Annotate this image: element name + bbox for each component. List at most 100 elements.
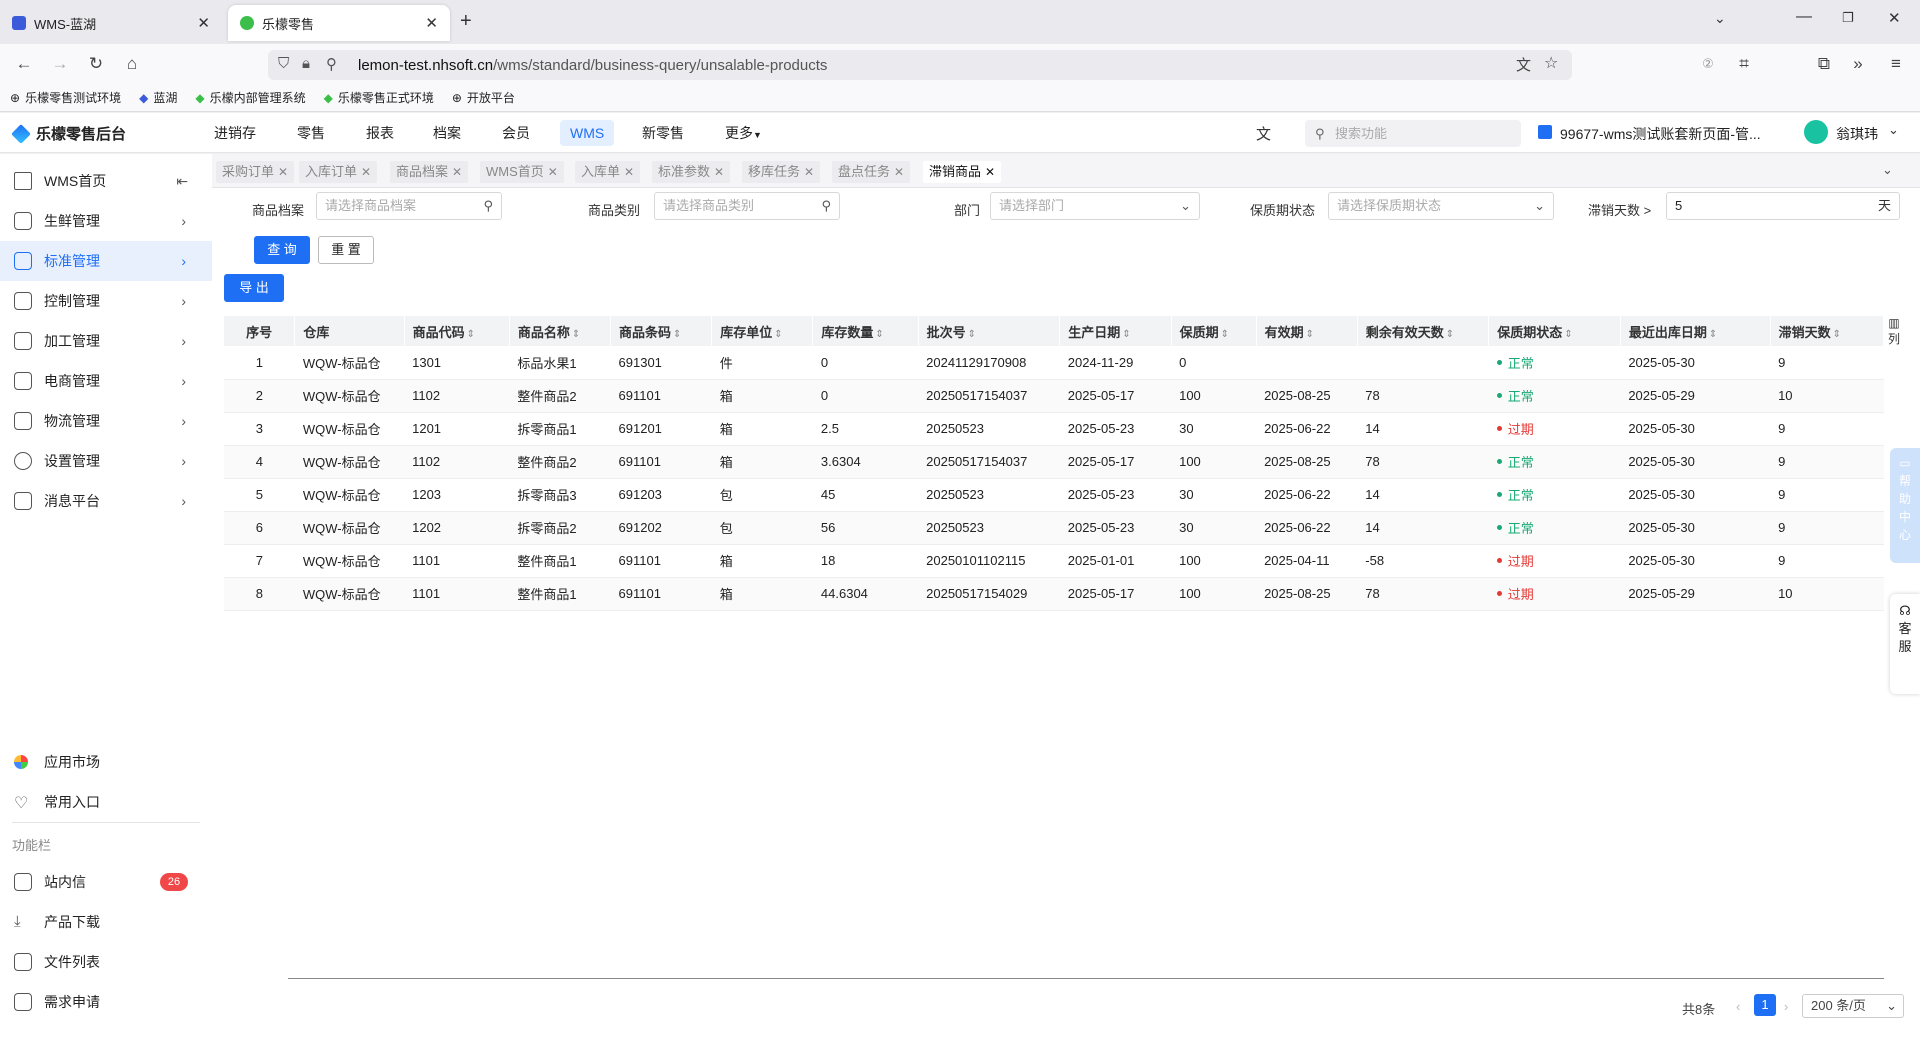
extension-badge-icon[interactable]: ② xyxy=(1696,52,1720,76)
column-header[interactable]: 保质期 ⇕ xyxy=(1171,316,1257,346)
prev-page-icon[interactable]: ‹ xyxy=(1736,999,1740,1014)
customer-service-button[interactable]: ☊ 客 服 xyxy=(1890,594,1920,694)
sort-icon[interactable]: ⇕ xyxy=(572,329,580,340)
back-arrow-icon[interactable]: ← xyxy=(12,52,36,76)
column-settings-button[interactable]: ▥ 列 xyxy=(1884,316,1904,346)
nav-new-retail[interactable]: 新零售 xyxy=(632,120,694,146)
extensions-icon[interactable]: ⧉ xyxy=(1812,52,1836,76)
close-icon[interactable]: ✕ xyxy=(804,165,814,179)
forward-arrow-icon[interactable]: → xyxy=(48,52,72,76)
column-header[interactable]: 剩余有效天数 ⇕ xyxy=(1357,316,1490,346)
close-icon[interactable]: ✕ xyxy=(452,165,462,179)
nav-more[interactable]: 更多▼ xyxy=(715,120,772,146)
sidebar-item-download[interactable]: ⤓ 产品下载 xyxy=(0,902,212,942)
account-switcher[interactable]: 99677-wms测试账套新页面-管... xyxy=(1560,124,1761,144)
page-size-select[interactable]: 200 条/页 ⌄ xyxy=(1802,994,1904,1018)
sort-icon[interactable]: ⇕ xyxy=(1833,329,1841,340)
table-row[interactable]: 6 WQW-标品仓 1202 拆零商品2 691202 包 56 20250523 2025-0… xyxy=(224,511,1884,545)
bookmark-star-icon[interactable]: ☆ xyxy=(1544,53,1558,73)
column-header[interactable]: 生产日期 ⇕ xyxy=(1059,316,1172,346)
bookmark-item[interactable]: ◆ 乐檬零售正式环境 xyxy=(324,89,434,106)
sidebar-item-message[interactable]: 消息平台 › xyxy=(0,481,212,521)
column-header[interactable]: 有效期 ⇕ xyxy=(1256,316,1358,346)
sort-icon[interactable]: ⇕ xyxy=(467,329,475,340)
sidebar-item-ecommerce[interactable]: 电商管理 › xyxy=(0,361,212,401)
sidebar-item-inbox[interactable]: 站内信 26 xyxy=(0,862,212,902)
close-icon[interactable]: ✕ xyxy=(361,165,371,179)
nav-report[interactable]: 报表 xyxy=(356,120,404,146)
table-row[interactable]: 3 WQW-标品仓 1201 拆零商品1 691201 箱 2.5 20250523 2025-… xyxy=(224,412,1884,446)
table-row[interactable]: 1 WQW-标品仓 1301 标品水果1 691301 件 0 20241129170908 2… xyxy=(224,346,1884,380)
app-logo[interactable]: 乐檬零售后台 xyxy=(11,123,126,144)
menu-icon[interactable]: ≡ xyxy=(1884,52,1908,76)
bookmark-item[interactable]: ⊕ 乐檬零售测试环境 xyxy=(10,89,121,106)
export-button[interactable]: 导 出 xyxy=(224,274,284,302)
sidebar-item-favorites[interactable]: ♡ 常用入口 xyxy=(0,782,212,822)
table-row[interactable]: 4 WQW-标品仓 1102 整件商品2 691101 箱 3.6304 2025051715… xyxy=(224,445,1884,479)
table-row[interactable]: 5 WQW-标品仓 1203 拆零商品3 691203 包 45 20250523 2025-0… xyxy=(224,478,1884,512)
close-icon[interactable]: ✕ xyxy=(548,165,558,179)
user-name[interactable]: 翁琪玮 xyxy=(1836,124,1878,144)
sort-icon[interactable]: ⇕ xyxy=(1221,329,1229,340)
page-number-current[interactable]: 1 xyxy=(1754,994,1776,1016)
page-tab[interactable]: 盘点任务 ✕ xyxy=(832,161,911,183)
column-header[interactable]: 库存单位 ⇕ xyxy=(711,316,814,346)
close-window-icon[interactable]: ✕ xyxy=(1888,9,1901,27)
tab-list-chevron-icon[interactable]: ⌄ xyxy=(1714,10,1726,27)
sort-icon[interactable]: ⇕ xyxy=(1306,329,1314,340)
sidebar-item-fresh[interactable]: 生鲜管理 › xyxy=(0,201,212,241)
sidebar-item-standard[interactable]: 标准管理 › xyxy=(0,241,212,281)
avatar[interactable] xyxy=(1804,120,1828,144)
reload-icon[interactable]: ↻ xyxy=(84,52,108,76)
dept-select[interactable]: 请选择部门 ⌄ xyxy=(990,192,1200,220)
sort-icon[interactable]: ⇕ xyxy=(875,329,883,340)
nav-jinxiaocun[interactable]: 进销存 xyxy=(204,120,266,146)
new-tab-button[interactable]: + xyxy=(460,10,472,33)
unsold-days-input[interactable]: 5天 xyxy=(1666,192,1900,220)
collapse-sidebar-icon[interactable]: ⇤ xyxy=(176,173,188,190)
column-header[interactable]: 保质期状态 ⇕ xyxy=(1488,316,1621,346)
column-header[interactable]: 商品条码 ⇕ xyxy=(610,316,713,346)
bookmark-item[interactable]: ⊕ 开放平台 xyxy=(452,89,515,106)
page-tab[interactable]: 商品档案 ✕ xyxy=(390,161,469,183)
more-tools-icon[interactable]: » xyxy=(1846,52,1870,76)
product-select[interactable]: 请选择商品档案 ⚲ xyxy=(316,192,502,220)
table-row[interactable]: 7 WQW-标品仓 1101 整件商品1 691101 箱 18 20250101102115… xyxy=(224,544,1884,578)
page-tab[interactable]: 移库任务 ✕ xyxy=(742,161,821,183)
bookmark-item[interactable]: ◆ 乐檬内部管理系统 xyxy=(195,89,305,106)
table-row[interactable]: 2 WQW-标品仓 1102 整件商品2 691101 箱 0 20250517154037 2… xyxy=(224,379,1884,413)
close-icon[interactable]: ✕ xyxy=(624,165,634,179)
sidebar-item-settings[interactable]: 设置管理 › xyxy=(0,441,212,481)
sort-icon[interactable]: ⇕ xyxy=(1122,329,1130,340)
sidebar-item-control[interactable]: 控制管理 › xyxy=(0,281,212,321)
category-select[interactable]: 请选择商品类别 ⚲ xyxy=(654,192,840,220)
browser-tab-lanhu[interactable]: WMS-蓝湖 ✕ xyxy=(0,5,222,41)
sort-icon[interactable]: ⇕ xyxy=(673,329,681,340)
next-page-icon[interactable]: › xyxy=(1784,999,1788,1014)
column-header[interactable]: 商品名称 ⇕ xyxy=(509,316,612,346)
close-tab-icon[interactable]: ✕ xyxy=(425,14,438,32)
table-row[interactable]: 8 WQW-标品仓 1101 整件商品1 691101 箱 44.6304 202505171… xyxy=(224,577,1884,611)
column-header[interactable]: 最近出库日期 ⇕ xyxy=(1620,316,1771,346)
tabs-chevron-down-icon[interactable]: ⌄ xyxy=(1882,162,1893,178)
sidebar-item-app-market[interactable]: 应用市场 xyxy=(0,742,212,782)
address-bar[interactable]: ⛉ 🔒︎ ⚲ lemon-test.nhsoft.cn/wms/standard… xyxy=(268,50,1572,80)
sidebar-item-wms-home[interactable]: WMS首页 ⇤ xyxy=(0,161,212,201)
help-center-button[interactable]: ▭ 帮 助 中 心 xyxy=(1890,448,1920,563)
shelf-status-select[interactable]: 请选择保质期状态 ⌄ xyxy=(1328,192,1554,220)
sidebar-item-logistics[interactable]: 物流管理 › xyxy=(0,401,212,441)
close-icon[interactable]: ✕ xyxy=(714,165,724,179)
page-tab[interactable]: 采购订单 ✕ xyxy=(216,161,295,183)
close-icon[interactable]: ✕ xyxy=(894,165,904,179)
sort-icon[interactable]: ⇕ xyxy=(968,329,976,340)
sort-icon[interactable]: ⇕ xyxy=(774,329,782,340)
language-icon[interactable]: 文 xyxy=(1256,123,1271,144)
column-header[interactable]: 库存数量 ⇕ xyxy=(812,316,919,346)
nav-retail[interactable]: 零售 xyxy=(287,120,335,146)
horizontal-scrollbar[interactable] xyxy=(288,978,1884,979)
close-icon[interactable]: ✕ xyxy=(985,165,995,179)
sort-icon[interactable]: ⇕ xyxy=(1709,329,1717,340)
query-button[interactable]: 查 询 xyxy=(254,236,310,264)
nav-archive[interactable]: 档案 xyxy=(423,120,471,146)
page-tab-active[interactable]: 滞销商品 ✕ xyxy=(923,161,1002,183)
